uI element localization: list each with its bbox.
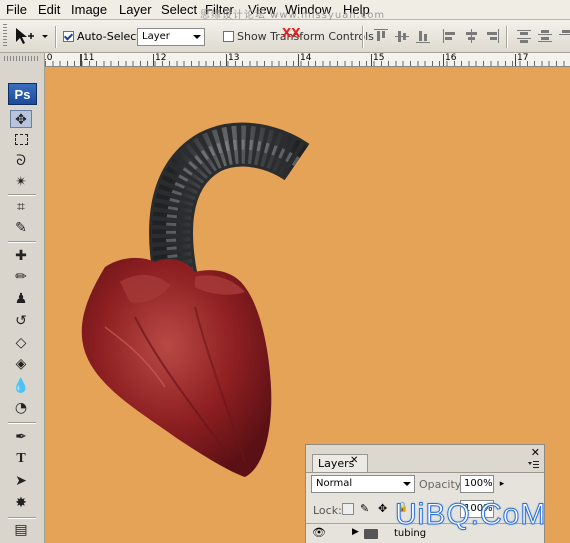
menu-select[interactable]: Select bbox=[159, 2, 199, 17]
tool-separator bbox=[8, 241, 36, 243]
blend-mode-value: Normal bbox=[316, 478, 353, 489]
ruler-major-tick bbox=[226, 54, 227, 66]
align-horizontal-centers-icon[interactable] bbox=[464, 29, 478, 43]
tool-separator bbox=[8, 422, 36, 424]
ruler-number: 12 bbox=[155, 53, 167, 63]
path-selection-tool-icon[interactable]: ➤ bbox=[10, 472, 32, 490]
custom-shape-tool-icon[interactable]: ✸ bbox=[10, 494, 32, 512]
slice-tool-icon[interactable]: ✎ bbox=[10, 219, 32, 237]
ruler-major-tick bbox=[153, 54, 154, 66]
ruler-number: 15 bbox=[373, 53, 385, 63]
ruler-major-tick bbox=[81, 54, 82, 66]
auto-select-value: Layer bbox=[142, 31, 170, 42]
lock-transparent-pixels-icon[interactable] bbox=[342, 503, 354, 515]
tool-separator bbox=[8, 194, 36, 196]
marquee-tool-icon[interactable] bbox=[10, 132, 32, 150]
options-separator bbox=[55, 26, 57, 48]
horizontal-ruler: 10 11 12 13 14 15 16 17 bbox=[45, 53, 570, 67]
show-transform-label: Show Transform Controls bbox=[237, 30, 374, 43]
distribute-top-edges-icon[interactable] bbox=[517, 29, 531, 43]
tool-preset-picker[interactable] bbox=[12, 25, 52, 47]
tools-panel: Ps ✥ ᘐ ✴ ⌗ ✎ ✚ ✏ ♟ ↺ ◇ ◈ 💧 ◔ ✒ T ➤ ✸ ▤ bbox=[0, 53, 45, 543]
blend-mode-dropdown[interactable]: Normal bbox=[311, 475, 415, 493]
ruler-number: 14 bbox=[300, 53, 312, 63]
ruler-number: 13 bbox=[228, 53, 240, 63]
align-bottom-edges-icon[interactable] bbox=[416, 29, 430, 43]
align-vertical-centers-icon[interactable] bbox=[395, 29, 409, 43]
lock-image-pixels-icon[interactable]: ✎ bbox=[360, 502, 369, 515]
opacity-slider-arrow-icon[interactable]: ▸ bbox=[496, 475, 508, 493]
align-right-edges-icon[interactable] bbox=[485, 29, 499, 43]
tab-layers[interactable]: Layers bbox=[312, 454, 368, 472]
dodge-tool-icon[interactable]: ◔ bbox=[10, 399, 32, 417]
blur-tool-icon[interactable]: 💧 bbox=[10, 377, 32, 395]
clone-stamp-tool-icon[interactable]: ♟ bbox=[10, 290, 32, 308]
ruler-major-tick bbox=[298, 54, 299, 66]
align-left-edges-icon[interactable] bbox=[443, 29, 457, 43]
chevron-down-icon bbox=[403, 482, 411, 486]
ruler-number: 17 bbox=[517, 53, 529, 63]
align-top-edges-icon[interactable] bbox=[374, 29, 388, 43]
ruler-major-tick bbox=[443, 54, 444, 66]
opacity-label: Opacity: bbox=[419, 478, 465, 491]
menu-bar: File Edit Image Layer Select Filter View… bbox=[0, 0, 570, 21]
healing-brush-tool-icon[interactable]: ✚ bbox=[10, 247, 32, 265]
lock-position-icon[interactable]: ✥ bbox=[378, 502, 387, 515]
toolbox-grip-icon[interactable] bbox=[4, 56, 40, 61]
tab-close-icon[interactable]: ✕ bbox=[350, 455, 358, 466]
site-watermark: UiBQ.CoM bbox=[394, 498, 547, 532]
red-annotation-mark: XX bbox=[282, 26, 301, 40]
options-grip-icon[interactable] bbox=[3, 24, 7, 48]
close-icon[interactable]: ✕ bbox=[531, 446, 540, 459]
paint-bucket-tool-icon[interactable]: ◈ bbox=[10, 355, 32, 373]
ruler-number: 10 bbox=[45, 53, 53, 63]
type-tool-icon[interactable]: T bbox=[10, 450, 32, 468]
panel-menu-icon[interactable] bbox=[527, 460, 539, 470]
heart-layer[interactable] bbox=[81, 257, 272, 477]
menu-layer[interactable]: Layer bbox=[117, 2, 154, 17]
menu-image[interactable]: Image bbox=[69, 2, 109, 17]
expand-arrow-icon[interactable]: ▶ bbox=[352, 527, 359, 537]
options-separator bbox=[506, 26, 508, 48]
auto-select-label: Auto-Select: bbox=[77, 30, 145, 43]
auto-select-dropdown[interactable]: Layer bbox=[137, 28, 205, 46]
ruler-number: 11 bbox=[83, 53, 95, 63]
eraser-tool-icon[interactable]: ◇ bbox=[10, 334, 32, 352]
chevron-down-icon bbox=[193, 35, 201, 39]
ruler-major-tick bbox=[371, 54, 372, 66]
folder-icon bbox=[364, 529, 378, 539]
crop-tool-icon[interactable]: ⌗ bbox=[10, 198, 32, 216]
tool-separator bbox=[8, 517, 36, 519]
forum-watermark: 思缘设计论坛 www.missyuan.com bbox=[200, 10, 386, 21]
move-tool-icon[interactable]: ✥ bbox=[10, 110, 32, 128]
notes-tool-icon[interactable]: ▤ bbox=[10, 521, 32, 539]
ruler-number: 16 bbox=[445, 53, 457, 63]
distribute-vertical-centers-icon[interactable] bbox=[538, 29, 552, 43]
eye-icon[interactable]: 👁 bbox=[312, 527, 326, 539]
show-transform-checkbox[interactable] bbox=[223, 31, 234, 42]
move-tool-icon bbox=[16, 28, 48, 44]
opacity-value: 100% bbox=[464, 478, 493, 489]
distribute-bottom-edges-icon[interactable] bbox=[559, 29, 570, 43]
history-brush-tool-icon[interactable]: ↺ bbox=[10, 312, 32, 330]
ruler-major-tick bbox=[515, 54, 516, 66]
photoshop-logo[interactable]: Ps bbox=[8, 83, 37, 105]
menu-file[interactable]: File bbox=[4, 2, 29, 17]
menu-edit[interactable]: Edit bbox=[36, 2, 62, 17]
opacity-input[interactable]: 100% bbox=[460, 475, 494, 493]
lasso-tool-icon[interactable]: ᘐ bbox=[10, 152, 32, 170]
pen-tool-icon[interactable]: ✒ bbox=[10, 428, 32, 446]
auto-select-checkbox[interactable] bbox=[63, 31, 74, 42]
magic-wand-tool-icon[interactable]: ✴ bbox=[10, 173, 32, 191]
brush-tool-icon[interactable]: ✏ bbox=[10, 268, 32, 286]
tab-layers-label: Layers bbox=[318, 457, 355, 470]
options-separator bbox=[362, 26, 364, 48]
lock-label: Lock: bbox=[313, 504, 342, 517]
